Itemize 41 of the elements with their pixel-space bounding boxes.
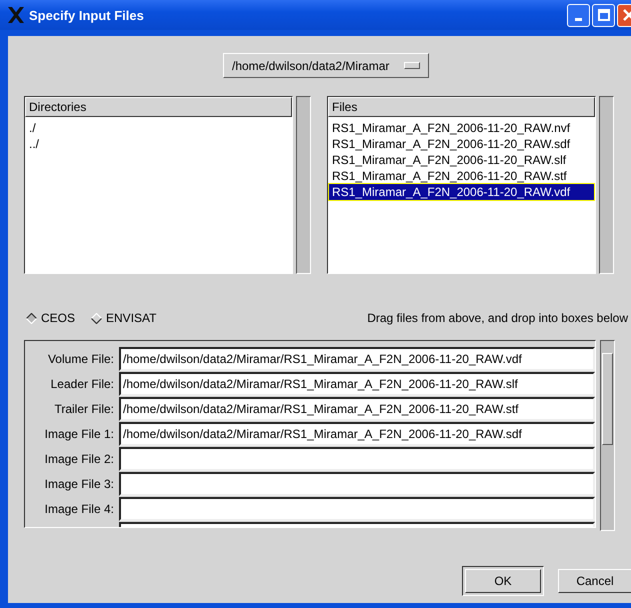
minimize-button[interactable]	[567, 4, 590, 26]
list-header: Files	[328, 97, 595, 117]
file-item[interactable]: RS1_Miramar_A_F2N_2006-11-20_RAW.vdf	[329, 184, 594, 200]
window-title: Specify Input Files	[29, 8, 145, 22]
input-field[interactable]	[119, 447, 595, 471]
input-field[interactable]	[119, 472, 595, 496]
x-logo-icon	[7, 6, 25, 24]
field-label: Trailer File:	[53, 402, 115, 416]
file-item[interactable]: RS1_Miramar_A_F2N_2006-11-20_RAW.sdf	[329, 136, 594, 152]
scrollbar[interactable]	[599, 96, 614, 274]
scrollbar[interactable]	[296, 96, 311, 274]
ok-button[interactable]: OK	[465, 569, 541, 593]
file-item[interactable]: RS1_Miramar_A_F2N_2006-11-20_RAW.slf	[329, 152, 594, 168]
input-field[interactable]: /home/dwilson/data2/Miramar/RS1_Miramar_A_F2N_2006-11-20_RAW.stf	[119, 397, 595, 421]
format-radio[interactable]: CEOS	[26, 311, 76, 325]
field-label: Image File 1:	[44, 427, 115, 441]
field-label: Image File 2:	[44, 452, 115, 466]
input-field[interactable]	[119, 497, 595, 521]
field-label: Image File 4:	[44, 502, 115, 516]
minimize-icon	[575, 18, 582, 20]
directory-item[interactable]: ../	[26, 136, 291, 152]
field-label: Leader File:	[50, 377, 115, 391]
file-item[interactable]: RS1_Miramar_A_F2N_2006-11-20_RAW.nvf	[329, 120, 594, 136]
input-field[interactable]: /home/dwilson/data2/Miramar/RS1_Miramar_A_F2N_2006-11-20_RAW.sdf	[119, 422, 595, 446]
radio-label: ENVISAT	[106, 311, 156, 325]
list-header: Directories	[25, 97, 292, 117]
scrollbar[interactable]	[600, 340, 615, 531]
file-item[interactable]: RS1_Miramar_A_F2N_2006-11-20_RAW.stf	[329, 168, 594, 184]
directory-dropdown[interactable]: /home/dwilson/data2/Miramar	[223, 53, 429, 78]
input-field[interactable]: /home/dwilson/data2/Miramar/RS1_Miramar_A_F2N_2006-11-20_RAW.vdf	[119, 347, 595, 371]
radio-label: CEOS	[41, 311, 76, 325]
format-radio[interactable]: ENVISAT	[91, 311, 156, 325]
maximize-button[interactable]	[592, 4, 615, 26]
directory-item[interactable]: ./	[26, 120, 291, 136]
scrollbar-thumb[interactable]	[602, 353, 613, 445]
cancel-button[interactable]: Cancel	[558, 569, 631, 593]
field-label: Image File 3:	[44, 477, 115, 491]
field-label: Volume File:	[46, 352, 115, 366]
drag-hint-text: Drag files from above, and drop into boxes below	[367, 311, 628, 325]
input-field[interactable]: /home/dwilson/data2/Miramar/RS1_Miramar_A_F2N_2006-11-20_RAW.slf	[119, 372, 595, 396]
maximize-icon	[596, 8, 610, 22]
